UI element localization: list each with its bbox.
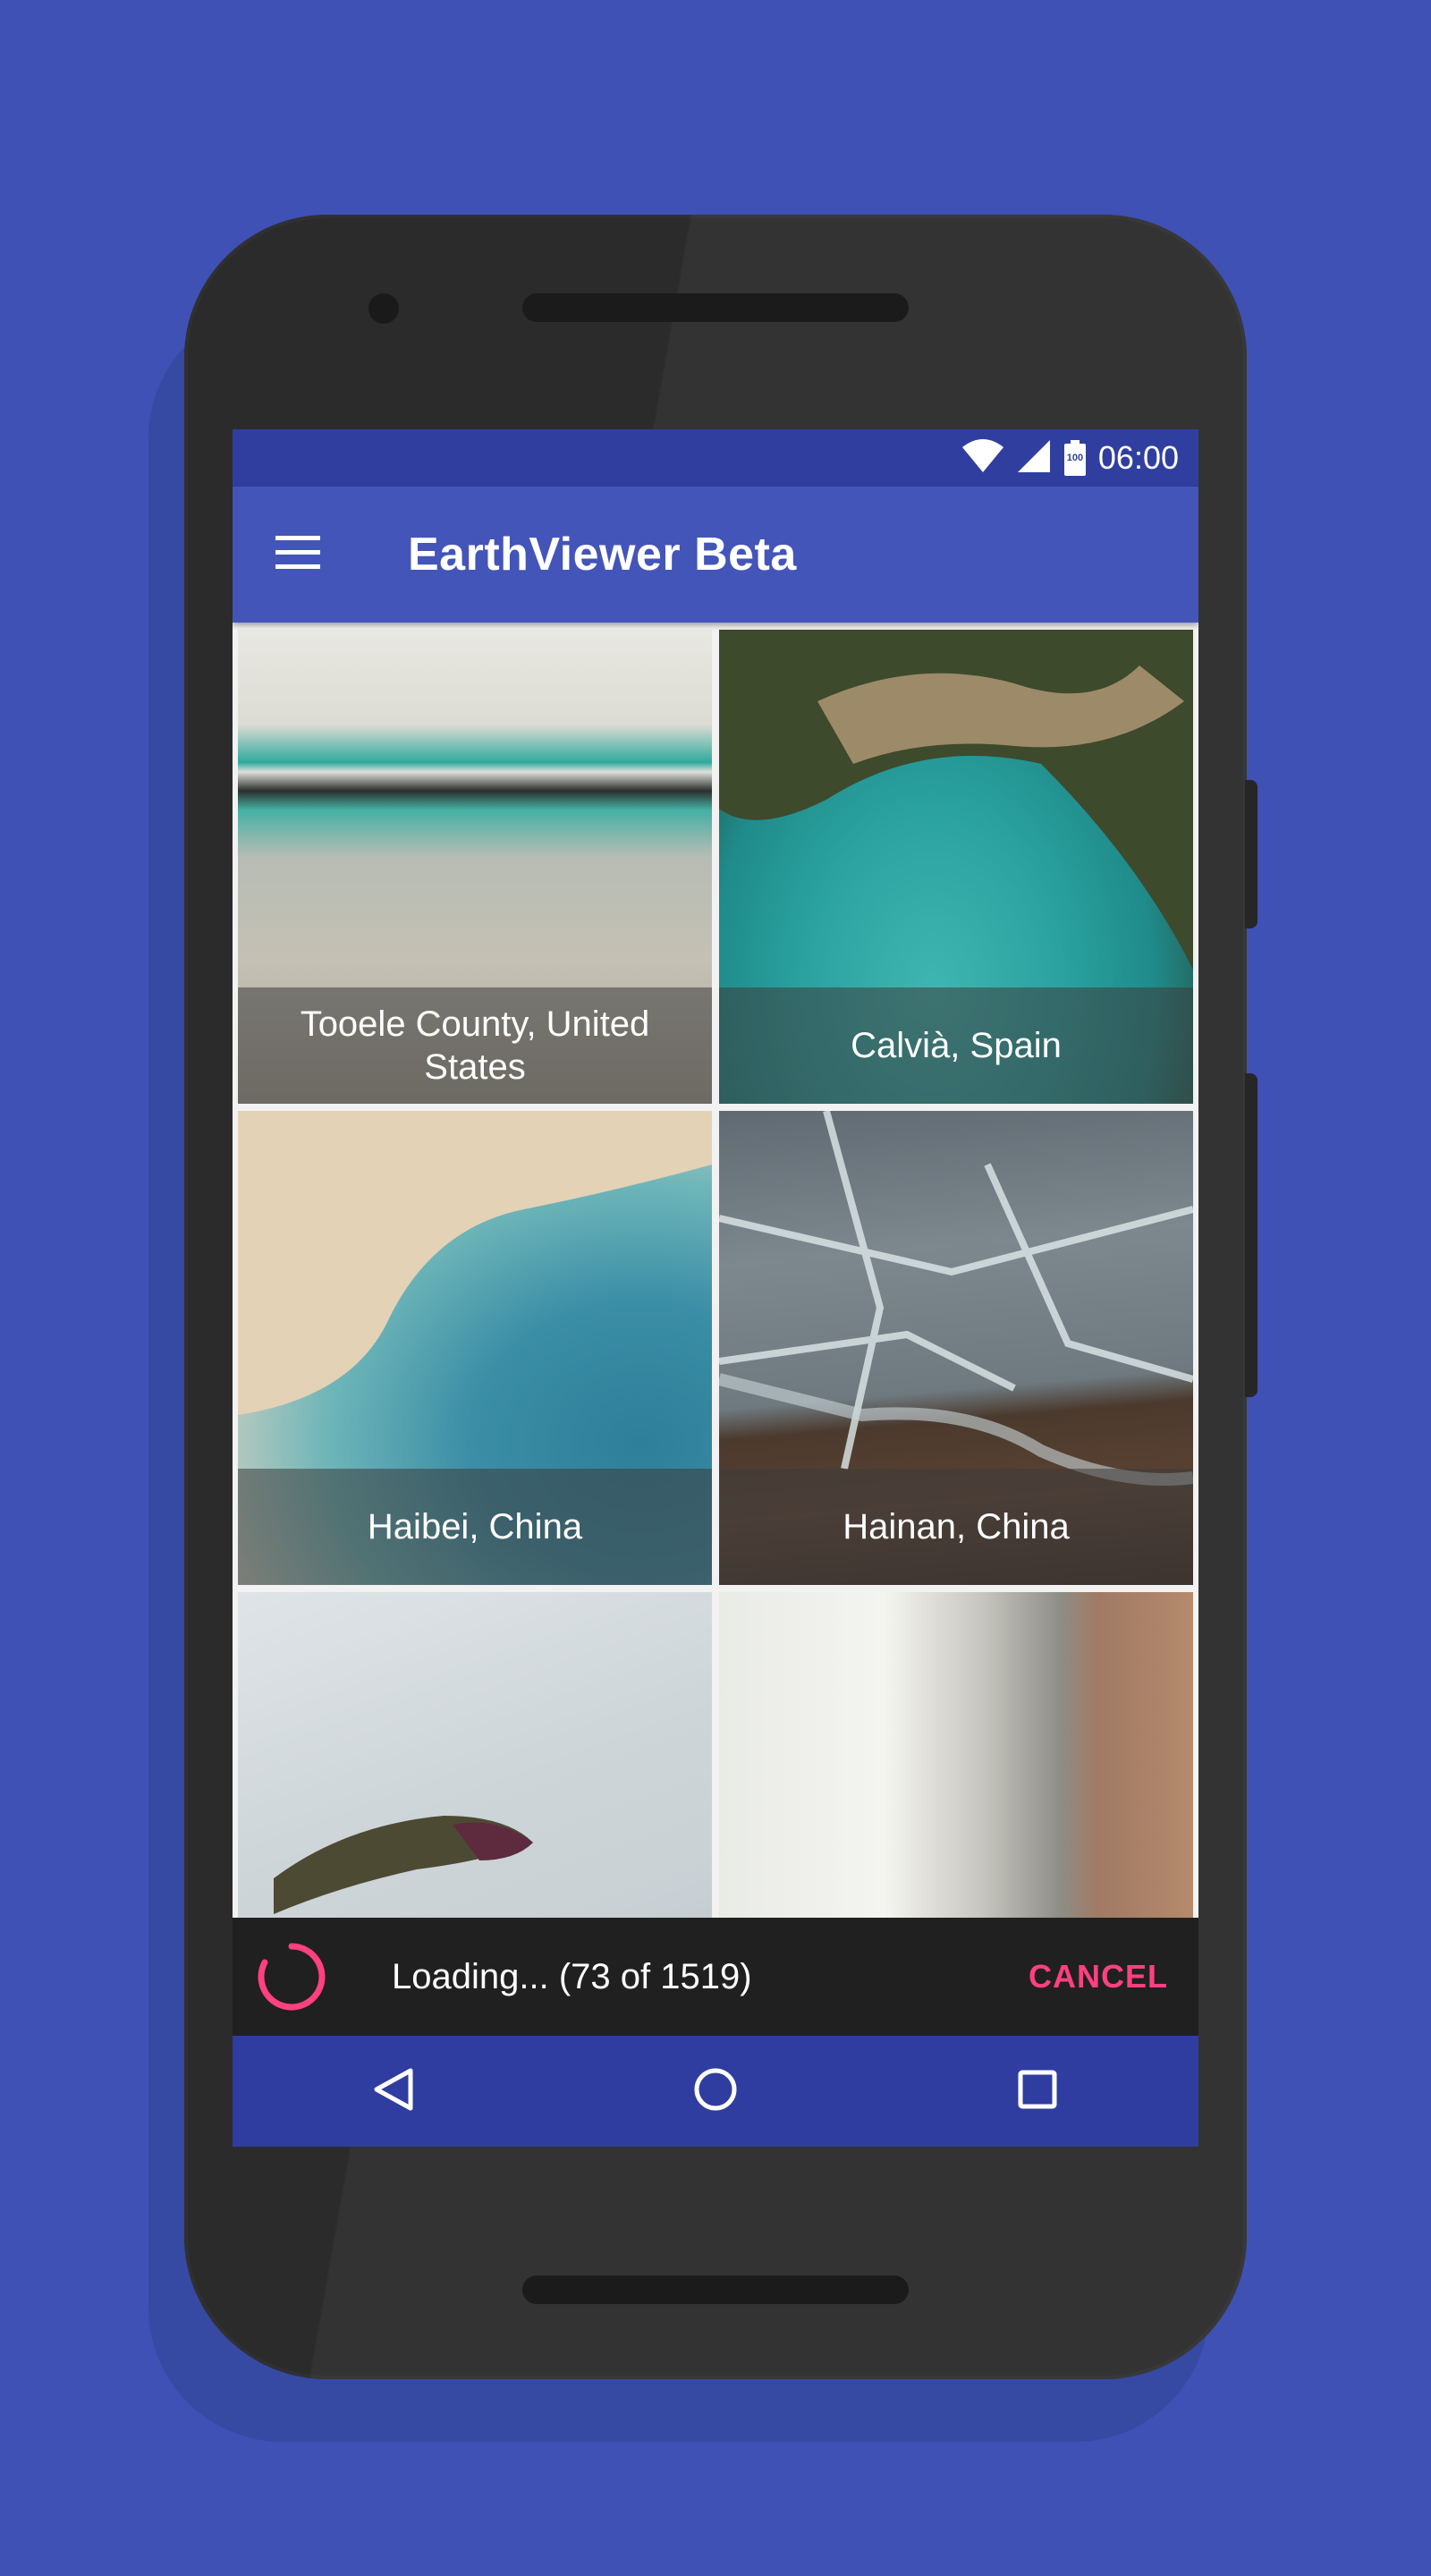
status-time: 06:00 bbox=[1097, 439, 1179, 476]
spinner-icon bbox=[256, 1941, 327, 2012]
status-bar: 100 06:00 bbox=[233, 429, 1198, 487]
home-icon bbox=[693, 2067, 738, 2116]
tile-caption: Haibei, China bbox=[238, 1469, 712, 1585]
gallery-tile[interactable]: Hainan, China bbox=[719, 1111, 1193, 1585]
tile-caption: Tooele County, United States bbox=[238, 987, 712, 1104]
recents-button[interactable] bbox=[984, 2036, 1091, 2147]
tile-caption: Calvià, Spain bbox=[719, 987, 1193, 1104]
battery-icon: 100 bbox=[1063, 440, 1086, 476]
cell-signal-icon bbox=[1016, 438, 1052, 479]
tile-caption: Hainan, China bbox=[719, 1469, 1193, 1585]
top-speaker bbox=[522, 293, 909, 322]
wifi-icon bbox=[961, 438, 1003, 479]
gallery-tile[interactable]: Haibei, China bbox=[238, 1111, 712, 1585]
menu-button[interactable] bbox=[233, 487, 408, 623]
hamburger-menu-icon bbox=[275, 535, 320, 574]
battery-level: 100 bbox=[1066, 453, 1084, 463]
app-bar: EarthViewer Beta bbox=[233, 487, 1198, 623]
gallery-tile[interactable]: Tooele County, United States bbox=[238, 630, 712, 1104]
back-icon bbox=[373, 2067, 414, 2116]
recents-icon bbox=[1017, 2069, 1058, 2114]
navigation-bar bbox=[233, 2036, 1198, 2147]
status-icons: 100 06:00 bbox=[961, 429, 1179, 487]
back-button[interactable] bbox=[340, 2036, 447, 2147]
screenshot: 100 06:00 EarthViewer Beta Tooele County… bbox=[0, 0, 1431, 2576]
cancel-button[interactable]: CANCEL bbox=[1029, 1918, 1168, 2036]
bottom-speaker bbox=[522, 2275, 909, 2304]
home-button[interactable] bbox=[662, 2036, 769, 2147]
gallery-tile[interactable]: Calvià, Spain bbox=[719, 630, 1193, 1104]
loading-snackbar: Loading... (73 of 1519) CANCEL bbox=[233, 1918, 1198, 2036]
loading-message: Loading... (73 of 1519) bbox=[392, 1956, 752, 1996]
volume-button bbox=[1245, 1073, 1257, 1397]
image-grid[interactable]: Tooele County, United States Calvià, Spa… bbox=[233, 623, 1198, 2018]
power-button bbox=[1245, 780, 1257, 928]
front-camera bbox=[368, 293, 399, 324]
app-title: EarthViewer Beta bbox=[408, 529, 797, 580]
device-screen: 100 06:00 EarthViewer Beta Tooele County… bbox=[233, 429, 1198, 2147]
